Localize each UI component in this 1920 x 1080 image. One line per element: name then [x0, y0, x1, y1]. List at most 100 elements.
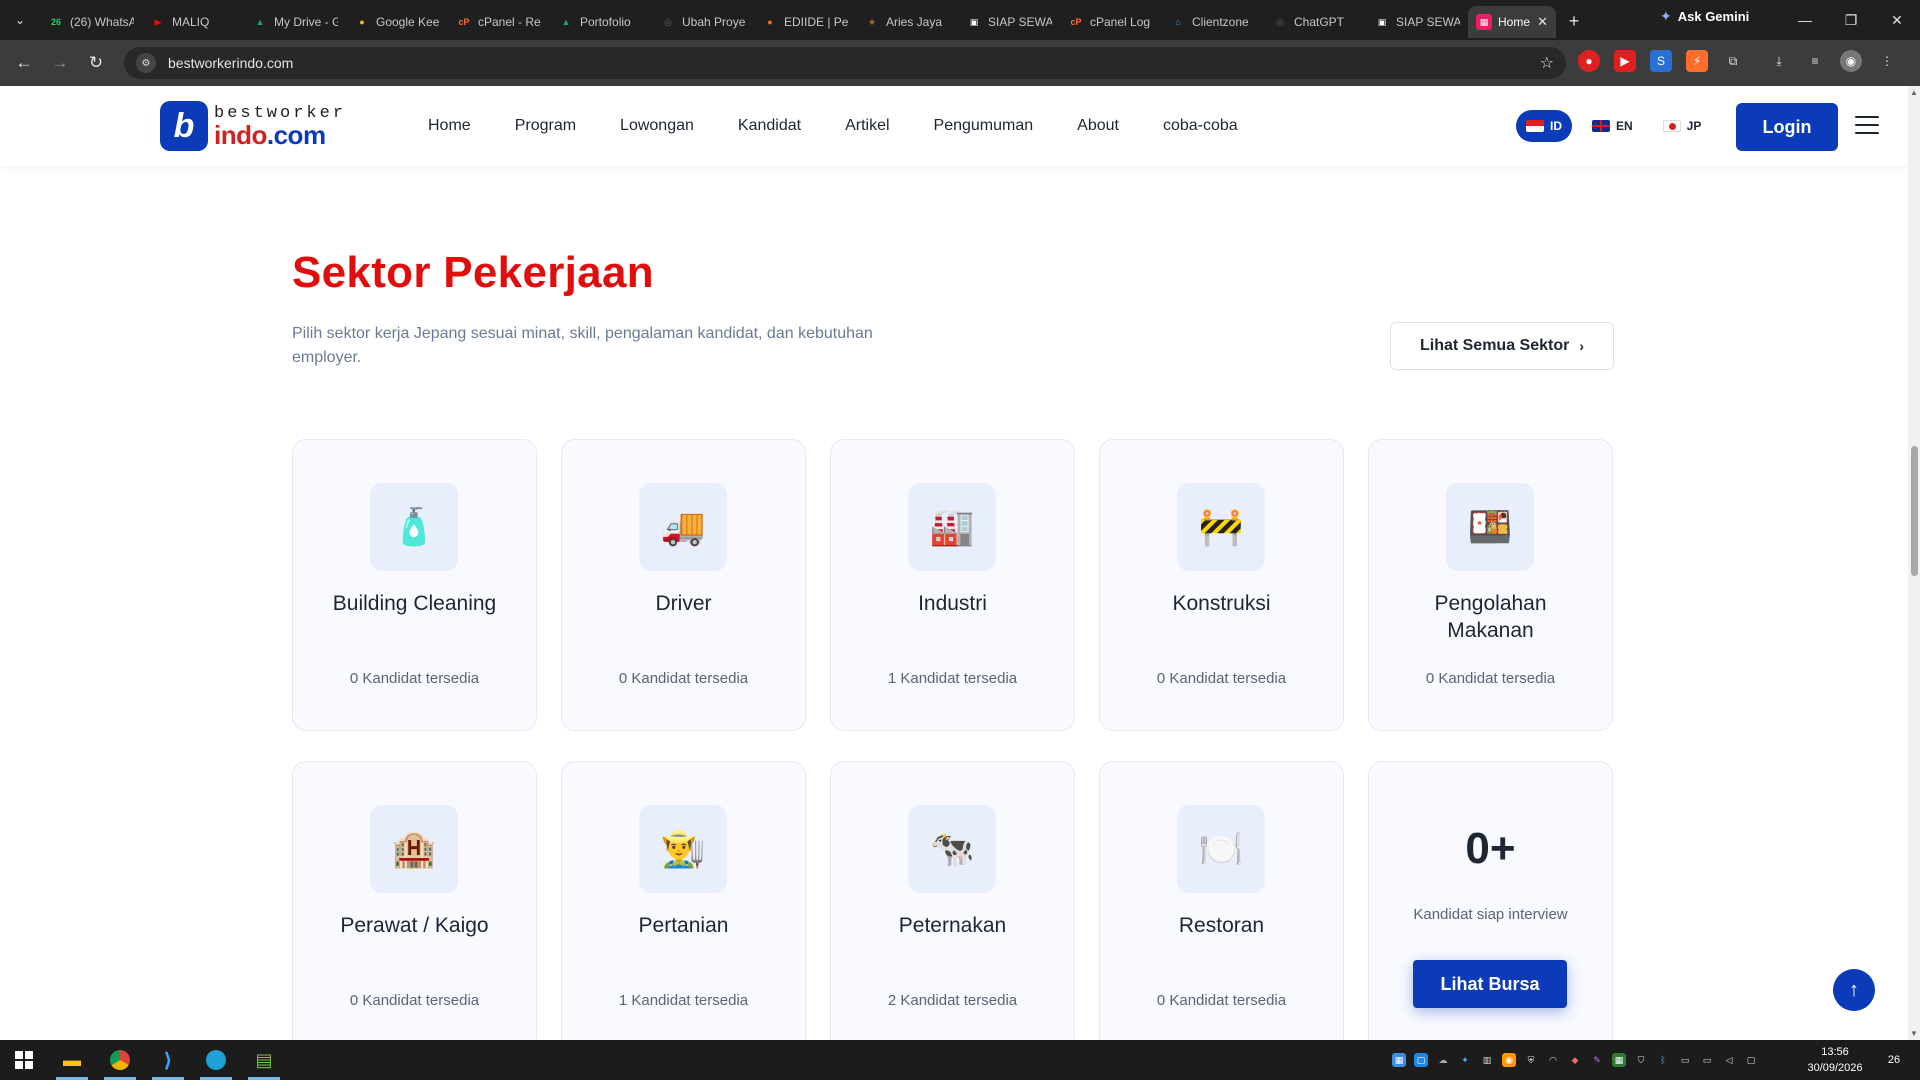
tray-display-icon[interactable]: ▢ — [1744, 1053, 1758, 1067]
back-icon[interactable]: ← — [6, 45, 42, 81]
tray-app-icon[interactable]: ▦ — [1392, 1053, 1406, 1067]
ask-gemini-button[interactable]: ✦ Ask Gemini — [1660, 8, 1749, 25]
nav-link-home[interactable]: Home — [428, 117, 471, 135]
browser-tab[interactable]: cP cPanel Log — [1060, 6, 1162, 38]
tab-label: Clientzone — [1192, 15, 1249, 29]
network-icon[interactable]: ▭ — [1700, 1053, 1714, 1067]
browser-tab[interactable]: ▣ SIAP SEWA — [958, 6, 1060, 38]
tab-label: Portofolio — [580, 15, 631, 29]
close-window-icon[interactable]: ✕ — [1874, 0, 1920, 40]
tray-chart-icon[interactable]: ▥ — [1480, 1053, 1494, 1067]
page-scrollbar[interactable]: ▲ ▼ — [1908, 86, 1920, 1040]
extension-youtube-icon[interactable]: ▶ — [1614, 50, 1636, 72]
file-explorer-icon[interactable]: ▬ — [48, 1040, 96, 1080]
vscode-icon[interactable]: ⟩ — [144, 1040, 192, 1080]
extension-orange-icon[interactable]: ⚡ — [1686, 50, 1708, 72]
browser-tab[interactable]: ★ Aries Jaya — [856, 6, 958, 38]
tab-favicon-icon: ▲ — [561, 17, 571, 27]
hamburger-menu-icon[interactable] — [1855, 116, 1879, 134]
download-icon[interactable]: ⤓ — [1768, 50, 1790, 72]
sector-card[interactable]: 🍽️ Restoran 0 Kandidat tersedia — [1099, 761, 1344, 1040]
site-logo[interactable]: b bestworker indo.com — [160, 101, 346, 151]
chevron-right-icon: › — [1579, 338, 1585, 354]
browser-tab[interactable]: ▶ MALIQ — [142, 6, 244, 38]
scrollbar-thumb[interactable] — [1911, 446, 1918, 576]
tray-color-icon[interactable]: ◆ — [1568, 1053, 1582, 1067]
tray-cloud-icon[interactable]: ☁ — [1436, 1053, 1450, 1067]
sector-card[interactable]: 🏨 Perawat / Kaigo 0 Kandidat tersedia — [292, 761, 537, 1040]
lang-jp-button[interactable]: JP — [1653, 110, 1712, 142]
see-all-sectors-button[interactable]: Lihat Semua Sektor › — [1390, 322, 1614, 370]
sector-card[interactable]: 🍱 Pengolahan Makanan 0 Kandidat tersedia — [1368, 439, 1613, 731]
site-info-icon[interactable]: ⚙ — [136, 53, 156, 73]
restore-icon[interactable]: ❐ — [1828, 0, 1874, 40]
tray-green-icon[interactable]: ▦ — [1612, 1053, 1626, 1067]
sector-card[interactable]: 🚧 Konstruksi 0 Kandidat tersedia — [1099, 439, 1344, 731]
sector-card[interactable]: 🚚 Driver 0 Kandidat tersedia — [561, 439, 806, 731]
browser-tab[interactable]: ● EDIIDE | Pe — [754, 6, 856, 38]
notification-center-icon[interactable]: 26 — [1880, 1048, 1908, 1072]
sector-card[interactable]: 🧴 Building Cleaning 0 Kandidat tersedia — [292, 439, 537, 731]
tray-blue-icon[interactable]: ▢ — [1414, 1053, 1428, 1067]
sector-name: Driver — [655, 592, 712, 615]
lang-id-button[interactable]: ID — [1516, 110, 1572, 142]
nav-link-lowongan[interactable]: Lowongan — [620, 117, 694, 135]
tray-monitor-icon[interactable]: ▭ — [1678, 1053, 1692, 1067]
tray-security-icon[interactable]: ⛉ — [1634, 1053, 1648, 1067]
lang-en-button[interactable]: EN — [1582, 110, 1643, 142]
nav-link-about[interactable]: About — [1077, 117, 1119, 135]
tray-orange-icon[interactable]: ◉ — [1502, 1053, 1516, 1067]
sector-emoji-icon: 🚧 — [1198, 506, 1244, 547]
browser-tab[interactable]: ● Google Keep — [346, 6, 448, 38]
scroll-to-top-button[interactable]: ↑ — [1833, 969, 1875, 1011]
tray-star-icon[interactable]: ✦ — [1458, 1053, 1472, 1067]
sector-candidate-count: 1 Kandidat tersedia — [887, 670, 1018, 687]
extensions-puzzle-icon[interactable]: ⧉ — [1722, 50, 1744, 72]
bluetooth-icon[interactable]: ᛒ — [1656, 1053, 1670, 1067]
browser-tab[interactable]: cP cPanel - Re — [448, 6, 550, 38]
reading-list-icon[interactable]: ≡ — [1804, 50, 1826, 72]
sector-card[interactable]: 🏭 Industri 1 Kandidat tersedia — [830, 439, 1075, 731]
close-tab-icon[interactable]: ✕ — [1537, 14, 1548, 30]
tray-shield-icon[interactable]: ⛨ — [1524, 1053, 1538, 1067]
tab-search-icon[interactable]: ⌄ — [0, 0, 40, 40]
lihat-bursa-button[interactable]: Lihat Bursa — [1413, 960, 1567, 1008]
windows-start-icon[interactable] — [0, 1040, 48, 1080]
nav-link-pengumuman[interactable]: Pengumuman — [934, 117, 1034, 135]
login-button[interactable]: Login — [1736, 103, 1838, 151]
edge-icon[interactable] — [192, 1040, 240, 1080]
browser-tab[interactable]: ◎ Ubah Proyek — [652, 6, 754, 38]
tray-headset-icon[interactable]: ◠ — [1546, 1053, 1560, 1067]
scroll-down-icon[interactable]: ▼ — [1910, 1029, 1918, 1038]
tray-pen-icon[interactable]: ✎ — [1590, 1053, 1604, 1067]
address-bar[interactable]: ⚙ bestworkerindo.com ☆ — [124, 47, 1566, 79]
tab-active[interactable]: ▦ Home ✕ — [1468, 6, 1556, 38]
extension-s-icon[interactable]: S — [1650, 50, 1672, 72]
forward-icon[interactable]: → — [42, 45, 78, 81]
browser-tab[interactable]: ⌂ Clientzone — [1162, 6, 1264, 38]
nav-link-coba-coba[interactable]: coba-coba — [1163, 117, 1238, 135]
minimize-icon[interactable]: — — [1782, 0, 1828, 40]
tab-favicon-icon: ▶ — [154, 16, 162, 27]
system-clock[interactable]: 13:56 30/09/2026 — [1800, 1044, 1870, 1076]
browser-tab[interactable]: ◎ ChatGPT — [1264, 6, 1366, 38]
nav-link-kandidat[interactable]: Kandidat — [738, 117, 801, 135]
browser-tab[interactable]: ▲ Portofolio — [550, 6, 652, 38]
browser-tab[interactable]: 26 (26) WhatsApp — [40, 6, 142, 38]
app-icon[interactable]: ▤ — [240, 1040, 288, 1080]
scroll-up-icon[interactable]: ▲ — [1910, 88, 1918, 97]
browser-tab[interactable]: ▲ My Drive - G — [244, 6, 346, 38]
sector-card[interactable]: 👨‍🌾 Pertanian 1 Kandidat tersedia — [561, 761, 806, 1040]
chrome-icon[interactable] — [96, 1040, 144, 1080]
bookmark-star-icon[interactable]: ☆ — [1540, 53, 1554, 73]
nav-link-program[interactable]: Program — [515, 117, 576, 135]
sector-card[interactable]: 🐄 Peternakan 2 Kandidat tersedia — [830, 761, 1075, 1040]
reload-icon[interactable]: ↻ — [78, 45, 114, 81]
extension-red-icon[interactable]: ● — [1578, 50, 1600, 72]
browser-tab[interactable]: ▣ SIAP SEWA — [1366, 6, 1468, 38]
browser-menu-icon[interactable]: ⋮ — [1876, 50, 1898, 72]
nav-link-artikel[interactable]: Artikel — [845, 117, 889, 135]
new-tab-button[interactable]: + — [1556, 11, 1592, 32]
volume-icon[interactable]: ◁ — [1722, 1053, 1736, 1067]
profile-avatar-icon[interactable]: ◉ — [1840, 50, 1862, 72]
